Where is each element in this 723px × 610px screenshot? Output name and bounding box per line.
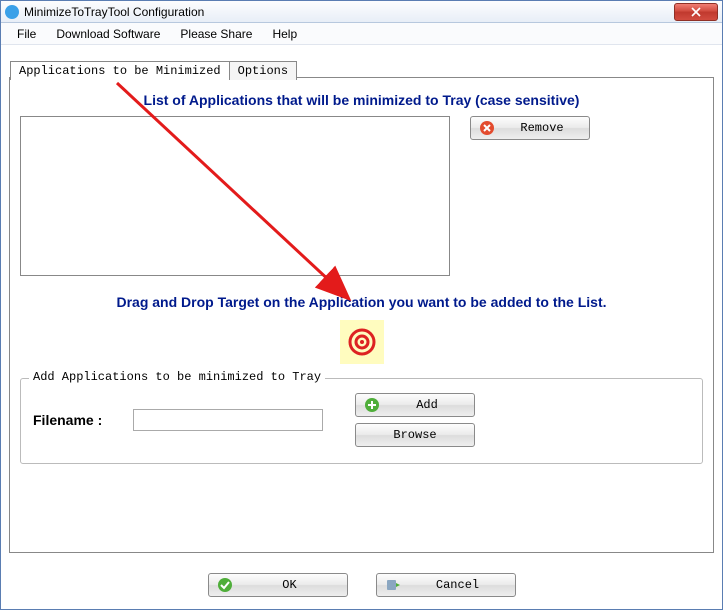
remove-label: Remove: [505, 121, 579, 135]
filename-label: Filename :: [33, 412, 123, 428]
tab-applications[interactable]: Applications to be Minimized: [10, 61, 230, 80]
close-button[interactable]: [674, 3, 718, 21]
add-label: Add: [390, 398, 464, 412]
tab-panel: List of Applications that will be minimi…: [9, 77, 714, 553]
menubar: File Download Software Please Share Help: [1, 23, 722, 45]
menu-help[interactable]: Help: [262, 25, 307, 43]
remove-icon: [479, 120, 495, 136]
window-title: MinimizeToTrayTool Configuration: [24, 5, 674, 19]
ok-label: OK: [243, 578, 337, 592]
add-button[interactable]: Add: [355, 393, 475, 417]
dialog-buttons: OK Cancel: [7, 573, 716, 597]
browse-label: Browse: [366, 428, 464, 442]
add-icon: [364, 397, 380, 413]
client-area: 河东软件园 www.pc0359.cn Applications to be M…: [7, 47, 716, 603]
close-icon: [691, 7, 701, 17]
cancel-icon: [385, 577, 401, 593]
filename-input[interactable]: [133, 409, 323, 431]
add-fieldset: Add Applications to be minimized to Tray…: [20, 378, 703, 464]
list-heading: List of Applications that will be minimi…: [20, 92, 703, 108]
titlebar: MinimizeToTrayTool Configuration: [1, 1, 722, 23]
drag-target[interactable]: [340, 320, 384, 364]
remove-button[interactable]: Remove: [470, 116, 590, 140]
app-icon: [5, 5, 19, 19]
browse-button[interactable]: Browse: [355, 423, 475, 447]
menu-download-software[interactable]: Download Software: [46, 25, 170, 43]
ok-icon: [217, 577, 233, 593]
tab-options[interactable]: Options: [229, 61, 297, 80]
window-frame: MinimizeToTrayTool Configuration File Do…: [0, 0, 723, 610]
tabstrip: Applications to be Minimized Options: [10, 61, 296, 80]
cancel-button[interactable]: Cancel: [376, 573, 516, 597]
drag-heading: Drag and Drop Target on the Application …: [20, 294, 703, 310]
cancel-label: Cancel: [411, 578, 505, 592]
applications-listbox[interactable]: [20, 116, 450, 276]
menu-file[interactable]: File: [7, 25, 46, 43]
menu-please-share[interactable]: Please Share: [170, 25, 262, 43]
target-icon: [347, 327, 377, 357]
ok-button[interactable]: OK: [208, 573, 348, 597]
fieldset-legend: Add Applications to be minimized to Tray: [29, 370, 325, 384]
